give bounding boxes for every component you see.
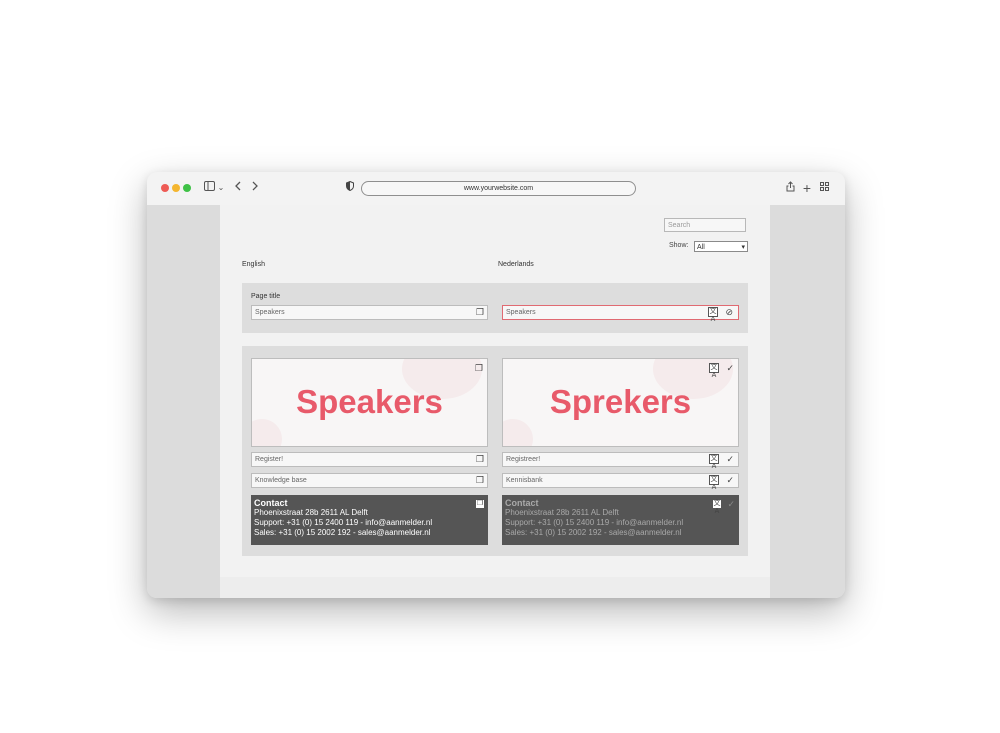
contact-source-support: Support: +31 (0) 15 2400 119 - info@aanm… xyxy=(254,518,433,527)
privacy-shield-icon xyxy=(345,180,355,195)
translate-icon[interactable]: 文A xyxy=(708,307,718,323)
check-icon[interactable]: ✓ xyxy=(726,475,734,485)
banner-source-title: Speakers xyxy=(296,383,443,420)
kb-target-text: Kennisbank xyxy=(506,477,543,484)
kb-source-text: Knowledge base xyxy=(255,477,307,484)
copy-icon[interactable]: ❐ xyxy=(475,499,485,509)
contact-target-block[interactable]: Contact Phoenixstraat 28b 2611 AL Delft … xyxy=(502,495,739,545)
contact-source-title: Contact xyxy=(254,498,288,508)
show-filter-value: All xyxy=(697,244,705,251)
check-icon[interactable]: ✓ xyxy=(727,499,735,509)
register-target-text: Registreer! xyxy=(506,456,541,463)
banner-target-title: Sprekers xyxy=(549,383,692,420)
banner-target[interactable]: Sprekers 文A ✓ xyxy=(502,358,739,447)
left-margin xyxy=(147,205,220,598)
show-filter-select[interactable]: All ▾ xyxy=(694,241,748,252)
contact-target-title: Contact xyxy=(505,498,539,508)
forward-arrow-icon[interactable] xyxy=(250,181,260,195)
copy-icon[interactable]: ❐ xyxy=(476,454,484,464)
copy-icon[interactable]: ❐ xyxy=(475,363,483,373)
contact-target-support: Support: +31 (0) 15 2400 119 - info@aanm… xyxy=(505,518,684,527)
page-title-target-text: Speakers xyxy=(506,309,536,316)
copy-icon[interactable]: ❐ xyxy=(476,475,484,485)
register-target-field[interactable]: Registreer! 文A ✓ xyxy=(502,452,739,470)
contact-source-sales: Sales: +31 (0) 15 2002 192 - sales@aanme… xyxy=(254,528,431,537)
kb-source-field: Knowledge base ❐ xyxy=(251,473,488,488)
browser-window: ⌄ www.yourwebsite.com + Search Show: All… xyxy=(147,172,845,598)
translate-icon[interactable]: 文A xyxy=(712,499,722,515)
new-tab-icon[interactable]: + xyxy=(801,181,813,195)
search-input[interactable]: Search xyxy=(664,218,746,232)
check-icon[interactable]: ✓ xyxy=(726,454,734,464)
register-source-field: Register! ❐ xyxy=(251,452,488,467)
right-margin xyxy=(770,205,845,598)
contact-target-address: Phoenixstraat 28b 2611 AL Delft xyxy=(505,508,619,517)
back-arrow-icon[interactable] xyxy=(233,181,243,195)
copy-icon[interactable]: ❐ xyxy=(476,307,484,317)
check-circle-icon[interactable]: ⊘ xyxy=(725,307,733,317)
browser-toolbar: ⌄ www.yourwebsite.com + xyxy=(147,172,845,205)
page-title-source-text: Speakers xyxy=(255,309,285,316)
contact-source-address: Phoenixstraat 28b 2611 AL Delft xyxy=(254,508,368,517)
page-title-source-field: Speakers ❐ xyxy=(251,305,488,320)
contact-source-block: Contact Phoenixstraat 28b 2611 AL Delft … xyxy=(251,495,488,545)
banner-source: Speakers ❐ xyxy=(251,358,488,447)
page-title-label: Page title xyxy=(251,293,281,300)
translate-icon[interactable]: 文A xyxy=(709,475,719,491)
translate-icon[interactable]: 文A xyxy=(709,363,719,379)
target-language-header: Nederlands xyxy=(498,261,534,268)
chevron-down-icon[interactable]: ⌄ xyxy=(217,181,225,195)
register-source-text: Register! xyxy=(255,456,284,463)
translate-icon[interactable]: 文A xyxy=(709,454,719,470)
tab-overview-icon[interactable] xyxy=(819,181,830,195)
check-icon[interactable]: ✓ xyxy=(726,363,734,373)
contact-target-sales: Sales: +31 (0) 15 2002 192 - sales@aanme… xyxy=(505,528,682,537)
close-window-button[interactable] xyxy=(161,184,169,192)
show-filter-label: Show: xyxy=(669,242,689,249)
source-language-header: English xyxy=(242,261,265,268)
share-icon[interactable] xyxy=(785,181,795,195)
minimize-window-button[interactable] xyxy=(172,184,180,192)
content-panel: Speakers ❐ Sprekers 文A ✓ Register! ❐ Reg… xyxy=(242,346,748,556)
address-bar[interactable]: www.yourwebsite.com xyxy=(361,181,636,196)
chevron-down-icon: ▾ xyxy=(741,244,745,251)
translation-editor: Search Show: All ▾ English Nederlands Pa… xyxy=(220,205,770,577)
kb-target-field[interactable]: Kennisbank 文A ✓ xyxy=(502,473,739,491)
sidebar-toggle-icon[interactable] xyxy=(203,181,215,195)
page-title-target-field[interactable]: Speakers 文A ⊘ xyxy=(502,305,739,323)
page-title-panel: Page title Speakers ❐ Speakers 文A ⊘ xyxy=(242,283,748,333)
zoom-window-button[interactable] xyxy=(183,184,191,192)
